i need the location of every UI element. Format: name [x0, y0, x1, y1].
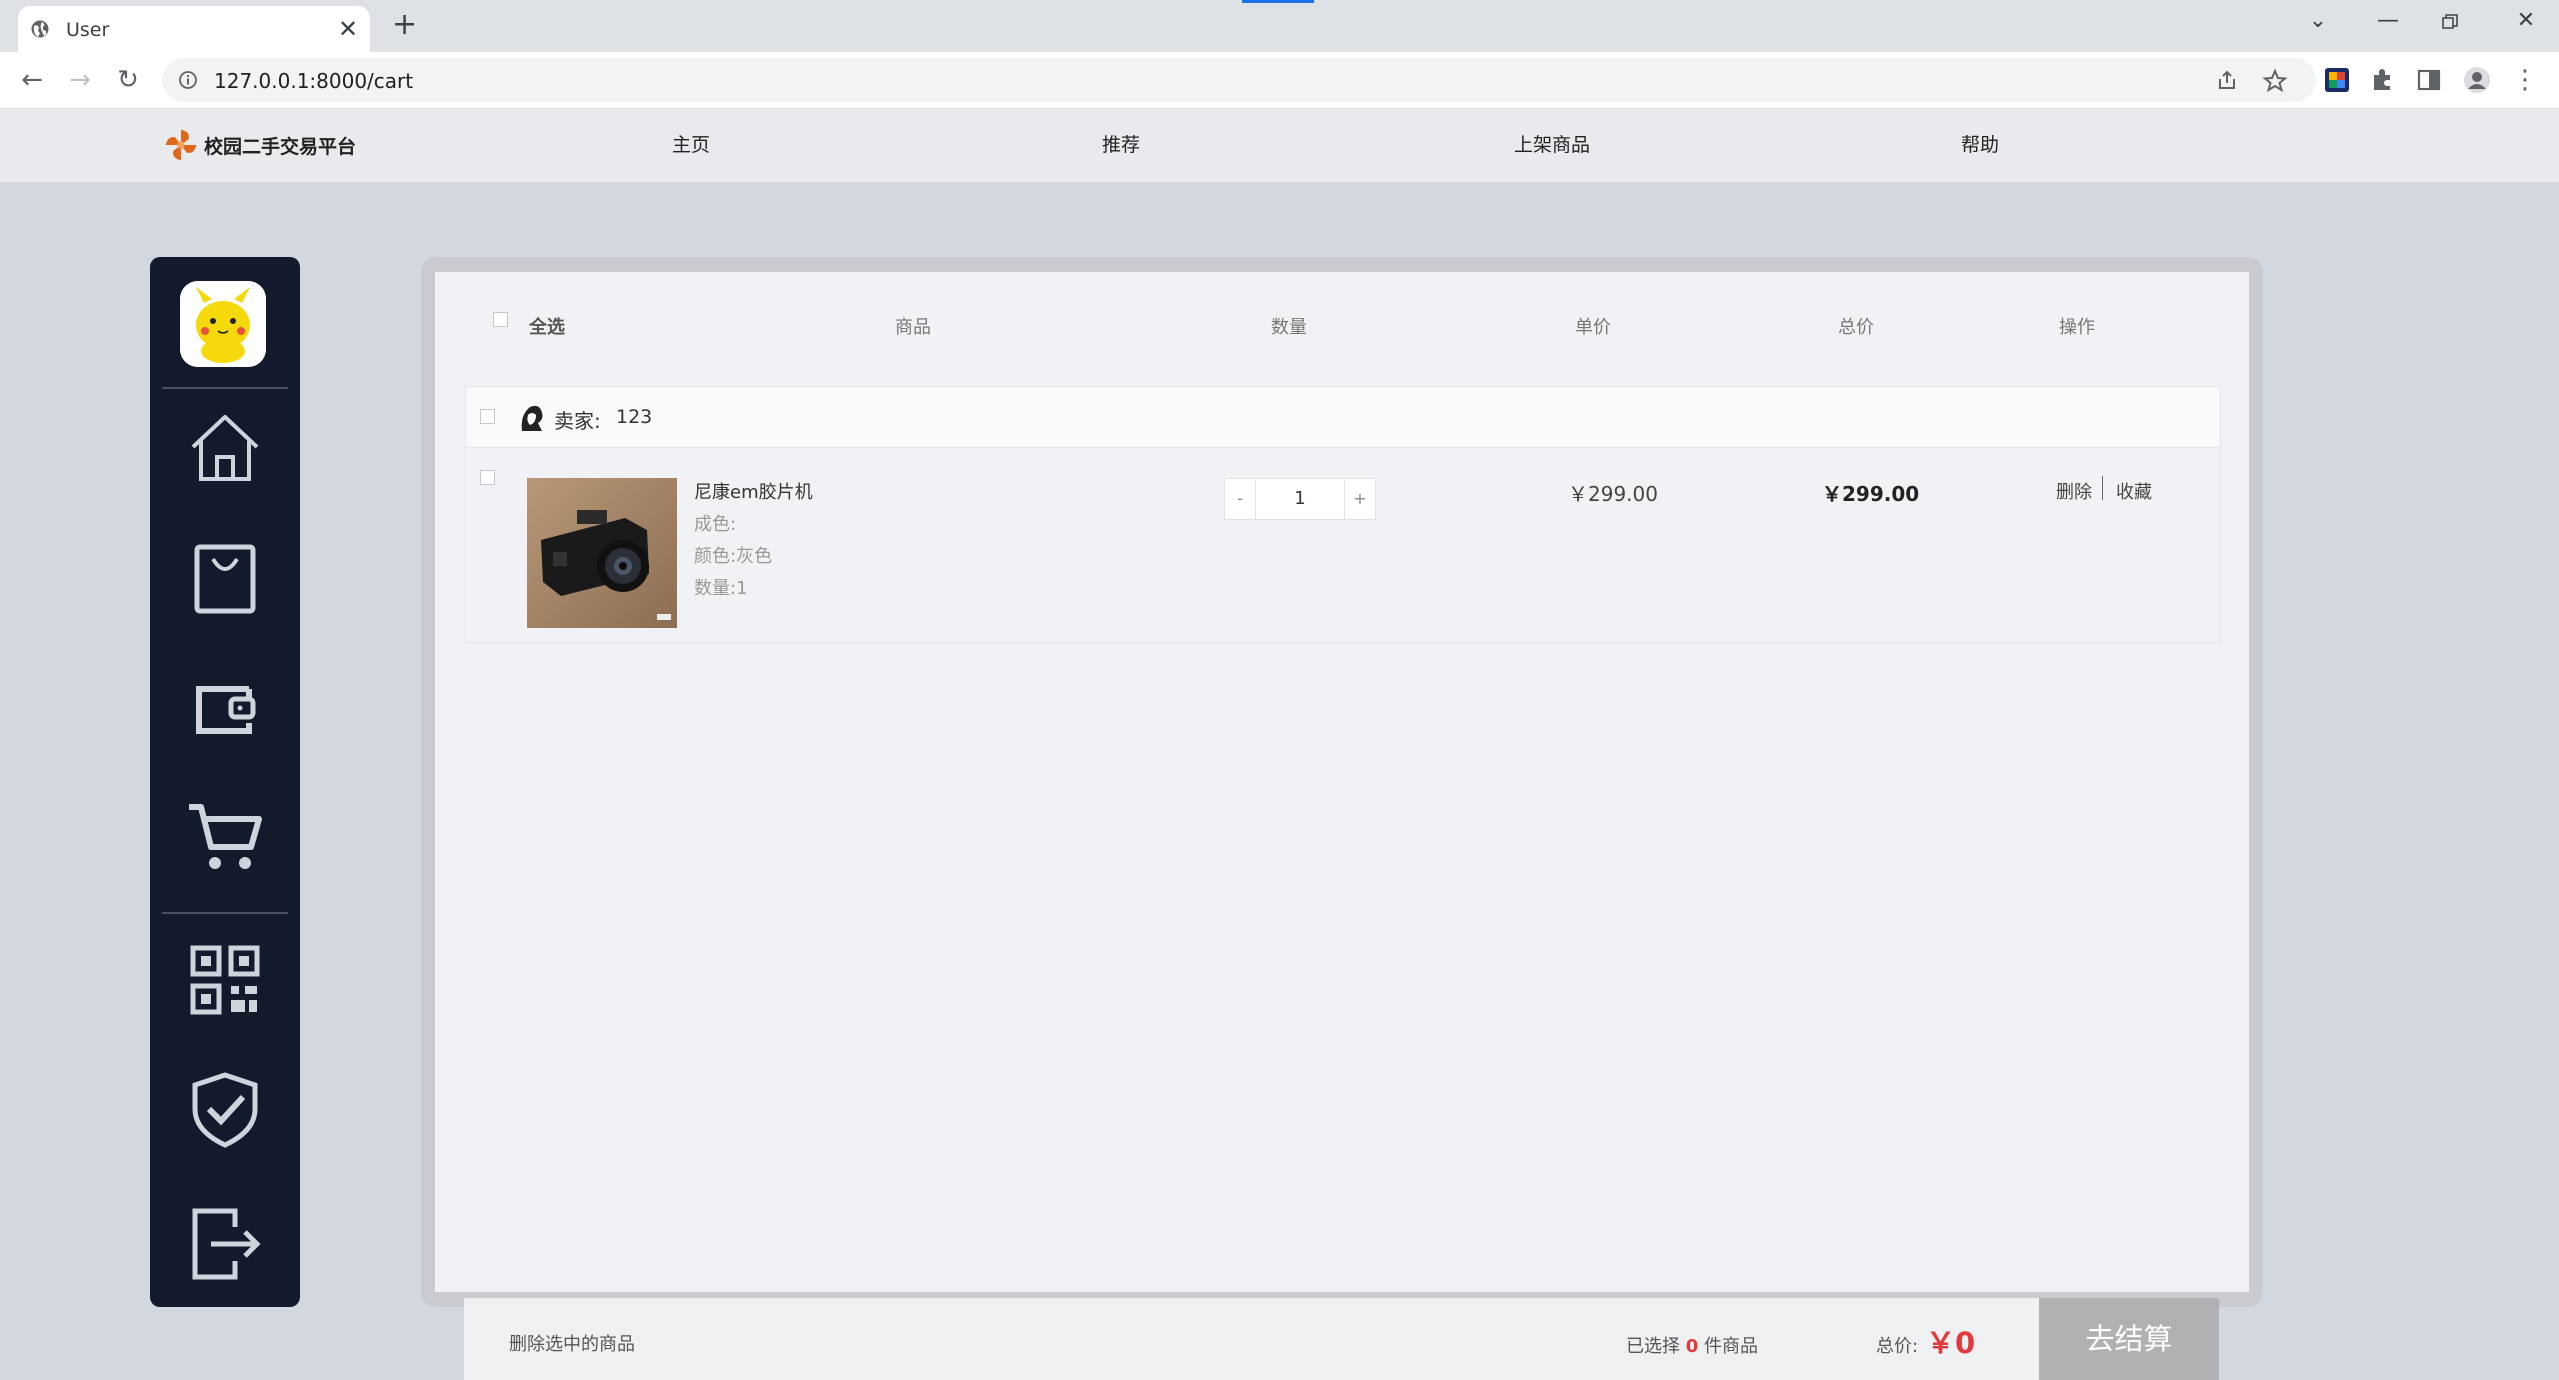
seller-label: 卖家:	[554, 409, 601, 433]
select-all-label: 全选	[529, 317, 565, 338]
tab-search-icon[interactable]: ⌄	[2298, 8, 2338, 33]
home-icon[interactable]	[185, 407, 265, 487]
header-unit-price: 单价	[1575, 317, 1611, 338]
action-divider	[2102, 476, 2103, 500]
shield-check-icon[interactable]	[185, 1069, 265, 1149]
item-unit-price: ￥299.00	[1568, 482, 1658, 506]
cart-icon[interactable]	[185, 797, 265, 877]
globe-icon	[31, 20, 49, 38]
selected-prefix: 已选择	[1626, 1336, 1680, 1357]
product-name[interactable]: 尼康em胶片机	[694, 478, 813, 504]
menu-kebab-icon[interactable]: ⋮	[2510, 65, 2540, 95]
back-icon[interactable]: ←	[14, 62, 50, 98]
bookmark-star-icon[interactable]	[2260, 66, 2290, 96]
site-header: 校园二手交易平台 主页 推荐 上架商品 帮助	[0, 109, 2559, 182]
user-sidebar	[150, 257, 300, 1307]
side-panel-icon[interactable]	[2414, 65, 2444, 95]
reload-icon[interactable]: ↻	[110, 62, 146, 98]
seller-row: 卖家: 123	[465, 386, 2221, 448]
product-condition: 成色:	[694, 514, 737, 535]
item-total-price: ￥299.00	[1822, 482, 1920, 506]
quantity-increase-button[interactable]: +	[1344, 479, 1375, 519]
cart-item-row: 尼康em胶片机 成色: 颜色:灰色 数量:1 - 1 + ￥299.00 ￥29…	[465, 448, 2221, 643]
close-tab-icon[interactable]: ✕	[334, 15, 362, 43]
seller-name[interactable]: 123	[616, 406, 652, 428]
total-value: ￥0	[1926, 1326, 1976, 1360]
new-tab-button[interactable]: +	[392, 10, 417, 40]
user-avatar[interactable]	[180, 281, 266, 367]
extension-colorful-icon[interactable]	[2322, 65, 2352, 95]
info-icon[interactable]	[178, 70, 198, 90]
browser-tab[interactable]: User ✕	[18, 6, 370, 52]
header-quantity: 数量	[1271, 317, 1307, 338]
pikachu-avatar-icon	[180, 281, 266, 367]
tab-loading-indicator	[1242, 0, 1314, 3]
address-bar[interactable]: 127.0.0.1:8000/cart	[162, 58, 2316, 102]
extensions-puzzle-icon[interactable]	[2368, 65, 2398, 95]
forward-icon[interactable]: →	[62, 62, 98, 98]
minimize-icon[interactable]: —	[2368, 8, 2408, 33]
checkout-button[interactable]: 去结算	[2039, 1298, 2219, 1380]
wallet-icon[interactable]	[185, 669, 265, 749]
header-actions: 操作	[2059, 317, 2095, 338]
logo-pinwheel-icon	[165, 129, 197, 161]
shopping-bag-icon[interactable]	[185, 539, 265, 619]
profile-avatar-icon[interactable]	[2462, 65, 2492, 95]
sidebar-divider	[162, 387, 288, 389]
checkout-bar: 删除选中的商品 已选择 0 件商品 总价: ￥0 去结算	[464, 1298, 2219, 1380]
selected-summary: 已选择 0 件商品	[1626, 1332, 1758, 1358]
site-logo[interactable]: 校园二手交易平台	[162, 125, 356, 165]
header-product: 商品	[895, 317, 931, 338]
header-total-price: 总价	[1838, 317, 1874, 338]
tab-title: User	[66, 19, 110, 41]
total-label: 总价:	[1876, 1336, 1919, 1357]
selected-suffix: 件商品	[1704, 1336, 1758, 1357]
product-image-camera[interactable]	[527, 478, 677, 628]
quantity-stepper: - 1 +	[1224, 478, 1376, 520]
browser-toolbar: ← → ↻ 127.0.0.1:8000/cart ⋮	[0, 52, 2559, 109]
nav-help[interactable]: 帮助	[1961, 130, 1999, 157]
product-count: 数量:1	[694, 578, 748, 599]
cart-table-header: 全选 商品 数量 单价 总价 操作	[435, 272, 2249, 372]
site-name: 校园二手交易平台	[204, 135, 357, 158]
cart-panel: 全选 商品 数量 单价 总价 操作 卖家: 123 尼康em胶片机 成色: 颜色…	[435, 272, 2249, 1292]
close-window-icon[interactable]: ✕	[2506, 8, 2546, 33]
delete-item-link[interactable]: 删除	[2056, 478, 2092, 504]
url-text: 127.0.0.1:8000/cart	[214, 69, 414, 93]
selected-count: 0	[1685, 1336, 1699, 1357]
qr-code-icon[interactable]	[185, 940, 265, 1020]
seller-checkbox[interactable]	[480, 409, 495, 424]
share-icon[interactable]	[2212, 66, 2242, 96]
quantity-input[interactable]: 1	[1255, 479, 1345, 519]
favorite-item-link[interactable]: 收藏	[2116, 478, 2152, 504]
nav-list-product[interactable]: 上架商品	[1514, 130, 1590, 157]
item-checkbox[interactable]	[480, 470, 495, 485]
quantity-decrease-button[interactable]: -	[1225, 479, 1256, 519]
restore-icon[interactable]	[2442, 14, 2458, 30]
seller-avatar-icon	[521, 405, 543, 431]
nav-home[interactable]: 主页	[672, 130, 710, 157]
nav-recommend[interactable]: 推荐	[1102, 130, 1140, 157]
select-all-checkbox[interactable]	[493, 312, 508, 327]
logout-icon[interactable]	[185, 1203, 265, 1283]
product-color: 颜色:灰色	[694, 546, 773, 567]
delete-selected-link[interactable]: 删除选中的商品	[509, 1330, 635, 1356]
browser-tab-bar: User ✕ + ⌄ — ✕	[0, 0, 2559, 52]
sidebar-divider	[162, 912, 288, 914]
